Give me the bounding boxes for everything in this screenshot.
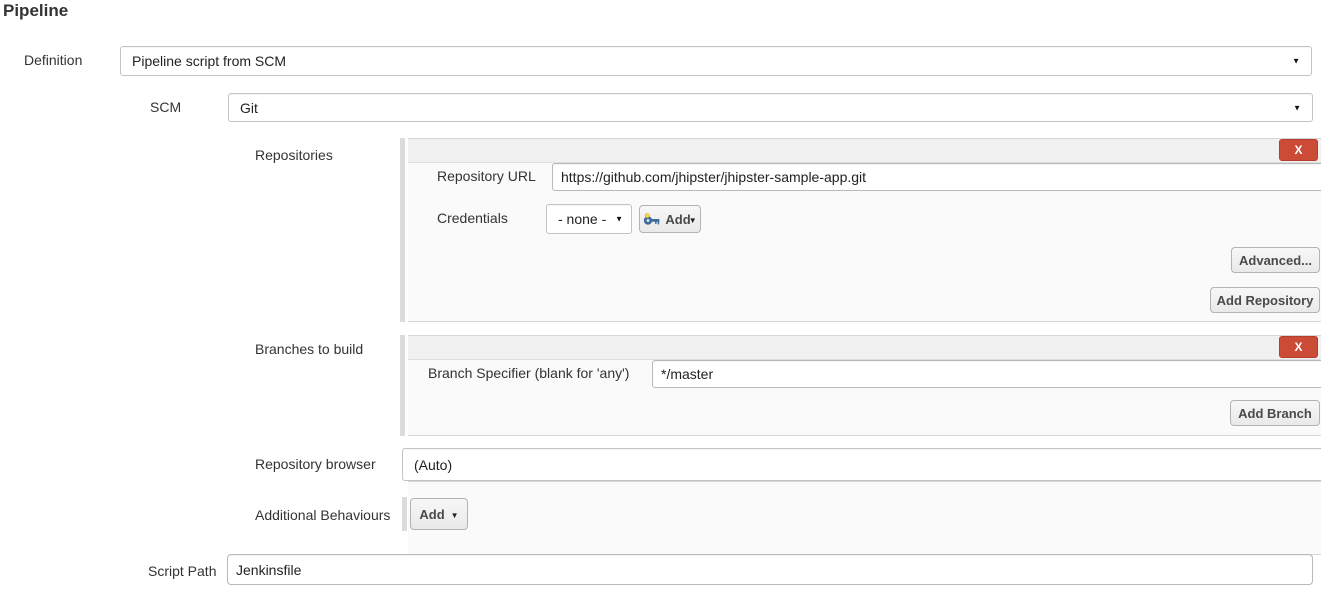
- script-path-input[interactable]: [227, 554, 1313, 585]
- delete-branch-button[interactable]: X: [1279, 336, 1318, 358]
- repository-browser-label: Repository browser: [255, 456, 376, 472]
- add-behaviour-label: Add: [419, 507, 444, 522]
- page-title: Pipeline: [3, 1, 68, 21]
- chevron-down-icon: ▼: [451, 511, 459, 520]
- advanced-button[interactable]: Advanced...: [1231, 247, 1320, 273]
- add-branch-button[interactable]: Add Branch: [1230, 400, 1320, 426]
- scm-select-value: Git: [240, 100, 258, 116]
- repository-browser-select-value: (Auto): [414, 457, 452, 473]
- definition-select[interactable]: Pipeline script from SCM ▼: [120, 46, 1312, 76]
- scm-label: SCM: [150, 99, 181, 115]
- additional-behaviours-drag-handle: [402, 497, 407, 531]
- chevron-down-icon: ▼: [615, 214, 623, 223]
- pipeline-config-page: Pipeline Definition Pipeline script from…: [0, 0, 1321, 593]
- repository-url-label: Repository URL: [437, 168, 536, 184]
- delete-repository-button[interactable]: X: [1279, 139, 1318, 161]
- additional-behaviours-label: Additional Behaviours: [255, 507, 390, 523]
- script-path-label: Script Path: [148, 563, 216, 579]
- branches-to-build-label: Branches to build: [255, 341, 363, 357]
- repositories-label: Repositories: [255, 147, 333, 163]
- additional-behaviours-section: [408, 481, 1321, 555]
- add-behaviour-button[interactable]: Add ▼: [410, 498, 468, 530]
- add-credentials-label: Add: [665, 212, 690, 227]
- credentials-select[interactable]: - none - ▼: [546, 204, 632, 234]
- branch-specifier-input[interactable]: [652, 360, 1321, 388]
- credentials-select-value: - none -: [558, 211, 606, 227]
- definition-select-value: Pipeline script from SCM: [132, 53, 286, 69]
- key-icon: [643, 213, 660, 226]
- chevron-down-icon: ▼: [1292, 56, 1300, 65]
- branch-chunk-header: [408, 336, 1321, 360]
- chevron-down-icon: ▼: [1293, 103, 1301, 112]
- repositories-drag-handle: [400, 138, 405, 322]
- repository-url-input[interactable]: [552, 163, 1321, 191]
- add-credentials-button[interactable]: Add ▼: [639, 205, 701, 233]
- chevron-down-icon: ▼: [689, 216, 697, 225]
- branches-drag-handle: [400, 335, 405, 436]
- definition-label: Definition: [24, 52, 82, 68]
- branch-specifier-label: Branch Specifier (blank for 'any'): [428, 365, 629, 381]
- add-repository-button[interactable]: Add Repository: [1210, 287, 1320, 313]
- repository-chunk-header: [408, 139, 1321, 163]
- repository-browser-select[interactable]: (Auto) ▼: [402, 448, 1321, 481]
- credentials-label: Credentials: [437, 210, 508, 226]
- scm-select[interactable]: Git ▼: [228, 93, 1313, 122]
